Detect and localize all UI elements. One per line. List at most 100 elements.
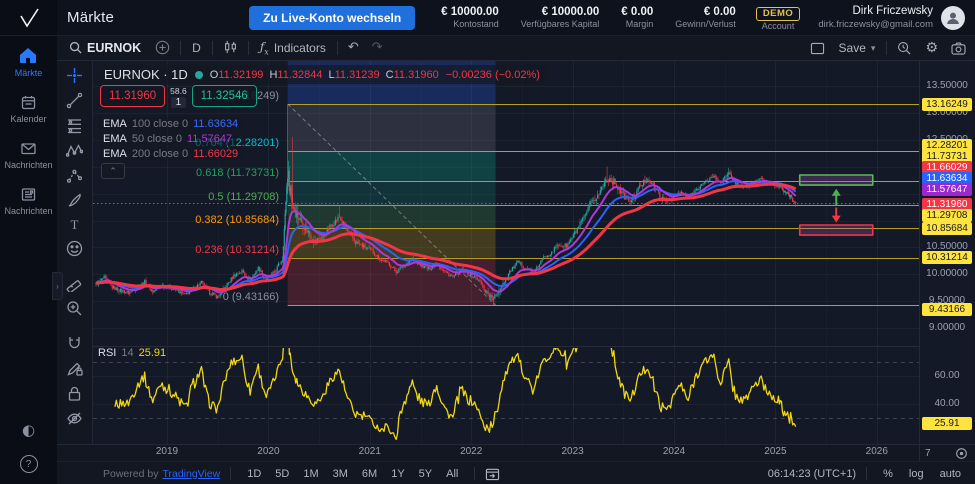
bottom-separator [474,467,476,480]
svg-text:T: T [71,217,79,232]
save-button[interactable]: Save ▾ [835,39,880,57]
measure-icon[interactable] [64,275,86,292]
person-icon [947,12,959,24]
hide-all-icon[interactable] [64,410,86,427]
price-axis-label: 10.00000 [926,268,968,280]
symbol-name: EURNOK [87,40,142,55]
xabcd-pattern-icon[interactable] [64,142,86,159]
redo-icon[interactable]: ↷ [369,39,386,56]
ema-legend-row[interactable]: EMA 100 close 0 11.63634 [99,117,243,131]
range-button-1m[interactable]: 1M [297,466,324,482]
chart-type-candles-icon[interactable] [220,39,241,56]
market-status-dot [194,70,203,79]
crosshair-icon[interactable] [64,67,86,84]
fib-level-label: 0.5 (11.29708) [208,190,279,203]
ema-legend-row[interactable]: EMA 50 close 0 11.57647 [99,132,237,146]
spread-indicator: 58.6 1 [170,86,187,108]
sell-price-button[interactable]: 11.31960 [100,85,166,107]
layout-icon[interactable] [807,41,828,56]
range-button-6m[interactable]: 6M [356,466,383,482]
range-button-5y[interactable]: 5Y [413,466,438,482]
trading-app: Märkte Zu Live-Konto wechseln € 10000.00… [0,0,975,484]
account-stat: € 0.00 Gewinn/Verlust [675,6,736,30]
quick-search-icon[interactable] [894,40,915,57]
range-button-all[interactable]: All [440,466,464,482]
stat-value: € 0.00 [621,5,654,18]
go-to-date-icon[interactable] [485,467,500,481]
sidebar-item-nachrichten-news[interactable]: Nachrichten [4,186,53,216]
ema-params: 200 close 0 [131,148,189,160]
fib-level-label: 0.382 (10.85684) [195,214,279,227]
compare-add-icon[interactable] [152,39,173,56]
sidebar-expander[interactable]: › [52,272,63,300]
lock-all-icon[interactable] [64,385,86,402]
range-button-3m[interactable]: 3M [327,466,354,482]
indicators-button[interactable]: ƒx Indicators [256,38,330,58]
broker-logo[interactable] [0,0,57,35]
news-icon [20,186,37,203]
sidebar-item-maerkte[interactable]: Märkte [14,46,43,78]
ema-legend-row[interactable]: EMA 200 close 0 11.66029 [99,147,243,161]
sidebar-footer: ◐? [19,421,38,484]
indicators-label: Indicators [273,40,326,55]
interval-button[interactable]: D [188,39,205,57]
fib-retracement-icon[interactable] [64,117,86,134]
avatar[interactable] [941,5,965,30]
user-name: Dirk Friczewsky [852,5,934,18]
scale-button-auto[interactable]: auto [934,467,967,481]
range-button-1d[interactable]: 1D [241,466,267,482]
quantity-value: 1 [170,97,187,108]
emoji-icon[interactable] [64,240,86,257]
forecast-icon[interactable] [64,167,86,184]
trend-line-icon[interactable] [64,92,86,109]
price-axis-badge: 10.31214 [922,251,972,265]
go-to-realtime-icon[interactable] [955,447,968,460]
buy-price-button[interactable]: 11.32546 [191,85,257,107]
fx-icon: ƒx [259,39,269,57]
ohlc-pair: L11.31239 [328,69,379,81]
screenshot-camera-icon[interactable] [948,41,969,56]
sidebar-item-nachrichten-mail[interactable]: Nachrichten [4,140,53,170]
settings-gear-icon[interactable]: ⚙ [922,39,941,57]
price-axis-badge: 13.16249 [922,97,972,111]
home-icon [18,46,38,65]
sidebar-item-kalender[interactable]: Kalender [10,94,47,124]
help-icon[interactable]: ? [19,455,38,473]
brush-icon[interactable] [64,192,86,209]
ohlc-pair: C11.31960 [386,69,439,81]
scale-button-percent[interactable]: % [877,467,899,481]
stat-label: Kontostand [453,18,499,29]
time-axis[interactable]: 2019 2020 2021 2022 2023 2024 2025 2026 [93,445,919,461]
scale-button-log[interactable]: log [903,467,930,481]
tradingview-link[interactable]: TradingView [162,468,220,480]
ema-params: 100 close 0 [131,118,189,130]
magnet-icon[interactable] [64,335,86,352]
chart-plot: EURNOK · 1D O11.32199 H11.32844 L11.31239 C… [93,61,919,444]
calendar-icon [20,94,37,111]
zoom-in-icon[interactable] [64,300,86,317]
rsi-name: RSI [98,347,117,359]
symbol-search-button[interactable]: EURNOK [65,39,145,57]
bottom-separator [230,467,232,480]
logo-check-icon [19,8,39,28]
ohlc-value: 11.32199 [218,68,264,81]
range-button-5d[interactable]: 5D [269,466,295,482]
save-label: Save [838,41,866,55]
draw-lock-icon[interactable] [64,360,86,377]
chart-legend[interactable]: EURNOK · 1D O11.32199 H11.32844 L11.31239 C… [97,65,547,84]
sidebar-item-label: Märkte [14,68,43,78]
text-icon[interactable]: T [64,217,86,232]
theme-contrast-icon[interactable]: ◐ [22,421,35,439]
rsi-legend[interactable]: RSI 14 25.91 [98,347,166,359]
user-info[interactable]: Dirk Friczewsky dirk.friczewsky@gmail.co… [818,4,933,30]
undo-icon[interactable]: ↶ [345,39,362,56]
price-axis[interactable]: 13.5000013.0000012.5000012.0000011.50000… [919,61,974,444]
sidebar-item-label: Kalender [10,114,47,124]
clock[interactable]: 06:14:23 (UTC+1) [768,468,856,480]
legend-collapse-button[interactable]: ⌃ [101,163,125,179]
price-axis-badge: 9.43166 [922,302,972,316]
time-axis-row: 2019 2020 2021 2022 2023 2024 2025 2026 7 [57,444,975,461]
sidebar-item-label: Nachrichten [4,206,53,216]
range-button-1y[interactable]: 1Y [385,466,410,482]
switch-live-account-button[interactable]: Zu Live-Konto wechseln [249,5,416,30]
